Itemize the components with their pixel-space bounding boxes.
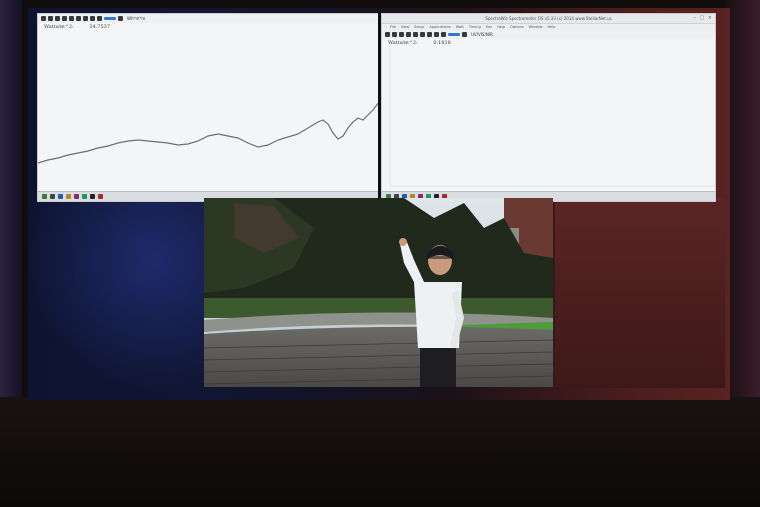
left-spectrometer-window: Wh*m*m Watts/m^2: 24.7537 bbox=[37, 13, 380, 202]
menu-applications[interactable]: Applications bbox=[429, 24, 450, 30]
right-titlebar: SpectraWiz Spectrometer OS v5.33 (c) 201… bbox=[382, 14, 715, 24]
menu-file[interactable]: File bbox=[390, 24, 396, 30]
trigger-icon[interactable] bbox=[118, 16, 123, 21]
menu-help-1[interactable]: Help bbox=[497, 24, 505, 30]
presenter-trousers bbox=[420, 343, 456, 387]
trigger-icon[interactable] bbox=[462, 32, 467, 37]
left-spectrum-plot bbox=[38, 101, 379, 164]
menu-options[interactable]: Options bbox=[510, 24, 524, 30]
photo-scene: Wh*m*m Watts/m^2: 24.7537 SpectraWiz Spe… bbox=[0, 0, 760, 507]
window-controls[interactable]: – □ × bbox=[693, 15, 713, 22]
open-icon[interactable] bbox=[41, 16, 46, 21]
browser-icon[interactable] bbox=[66, 194, 71, 199]
presenter-hand bbox=[399, 238, 407, 246]
mode-icon[interactable] bbox=[97, 16, 102, 21]
zoom-icon[interactable] bbox=[413, 32, 418, 37]
save-icon[interactable] bbox=[392, 32, 397, 37]
terminal-icon[interactable] bbox=[90, 194, 95, 199]
right-mode-label: UV/VIS/NIR bbox=[471, 32, 493, 37]
menu-view[interactable]: View bbox=[401, 24, 409, 30]
menu-help-2[interactable]: Help bbox=[547, 24, 555, 30]
left-readout-value: 24.7537 bbox=[89, 24, 111, 30]
right-toolbar: UV/VIS/NIR bbox=[382, 30, 715, 39]
graph-icon[interactable] bbox=[420, 32, 425, 37]
right-spectrum-plot bbox=[389, 46, 715, 187]
folder-icon[interactable] bbox=[50, 194, 55, 199]
mail-icon[interactable] bbox=[58, 194, 63, 199]
integration-slider[interactable] bbox=[104, 17, 116, 20]
left-toolbar: Wh*m*m bbox=[38, 14, 379, 23]
print-icon[interactable] bbox=[55, 16, 60, 21]
camera-feed bbox=[204, 198, 553, 387]
integration-slider[interactable] bbox=[448, 33, 460, 36]
media-icon[interactable] bbox=[74, 194, 79, 199]
right-window-title: SpectraWiz Spectrometer OS v5.33 (c) 201… bbox=[485, 16, 612, 21]
left-spectrum-trace bbox=[38, 101, 379, 164]
right-spectrometer-window: SpectraWiz Spectrometer OS v5.33 (c) 201… bbox=[381, 13, 716, 202]
app-icon[interactable] bbox=[42, 194, 47, 199]
scale-icon[interactable] bbox=[434, 32, 439, 37]
menu-watt[interactable]: Watt bbox=[456, 24, 464, 30]
left-readout-label: Watts/m^2: bbox=[44, 24, 74, 30]
graph-icon[interactable] bbox=[76, 16, 81, 21]
camera-icon[interactable] bbox=[62, 16, 67, 21]
blue-glow bbox=[28, 200, 208, 400]
print-icon[interactable] bbox=[399, 32, 404, 37]
room-lower-wall bbox=[0, 397, 760, 507]
save-icon[interactable] bbox=[48, 16, 53, 21]
left-mode-label: Wh*m*m bbox=[127, 16, 146, 21]
office-icon[interactable] bbox=[98, 194, 103, 199]
open-icon[interactable] bbox=[385, 32, 390, 37]
red-panel bbox=[555, 198, 725, 388]
menu-setup[interactable]: Setup bbox=[414, 24, 424, 30]
zoom-icon[interactable] bbox=[69, 16, 74, 21]
left-irradiance-readout: Watts/m^2: 24.7537 bbox=[38, 23, 379, 31]
chat-icon[interactable] bbox=[82, 194, 87, 199]
camera-icon[interactable] bbox=[406, 32, 411, 37]
glasses-icon bbox=[430, 256, 450, 259]
scale-icon[interactable] bbox=[90, 16, 95, 21]
settings-icon[interactable] bbox=[83, 16, 88, 21]
wood-deck bbox=[204, 326, 553, 387]
mode-icon[interactable] bbox=[441, 32, 446, 37]
menu-window[interactable]: Window bbox=[529, 24, 543, 30]
settings-icon[interactable] bbox=[427, 32, 432, 37]
